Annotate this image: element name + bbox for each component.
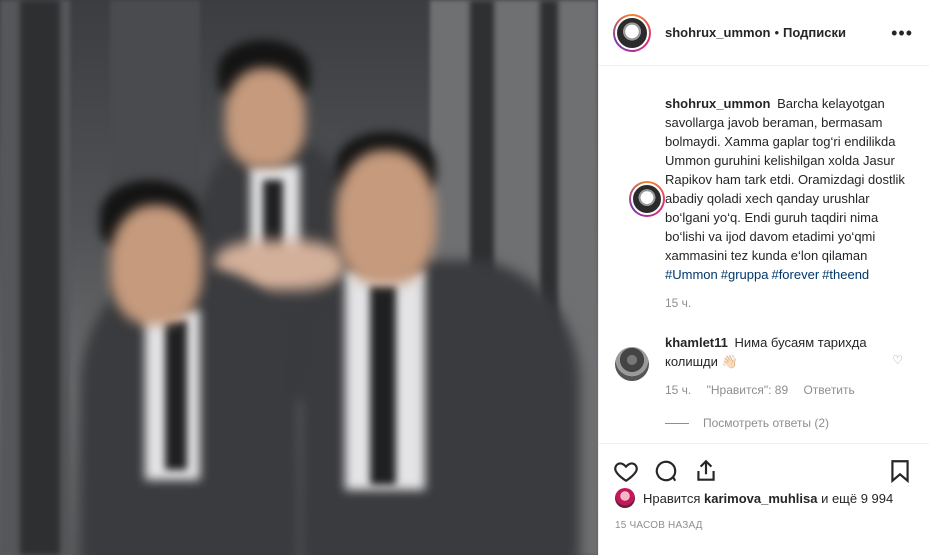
action-bar — [599, 443, 929, 487]
post-sidebar: shohrux_ummon • Подписки ••• shohrux_umm… — [598, 0, 929, 555]
caption-username[interactable]: shohrux_ummon — [665, 96, 770, 111]
avatar-image — [615, 15, 649, 50]
author-avatar[interactable] — [613, 13, 651, 52]
hashtag-link[interactable]: #theend — [822, 267, 869, 282]
caption-comment: shohrux_ummon Barcha kelayotgan savollar… — [615, 67, 913, 310]
commenter-username[interactable]: khamlet11 — [665, 335, 728, 350]
view-replies-label: Посмотреть ответы (2) — [703, 416, 830, 430]
post-timestamp[interactable]: 15 ЧАСОВ НАЗАД — [615, 520, 703, 531]
header-separator: • — [774, 25, 780, 40]
bookmark-icon[interactable] — [887, 458, 913, 484]
avatar-image — [631, 183, 663, 215]
hashtag-link[interactable]: #gruppa — [721, 267, 769, 282]
caption-avatar[interactable] — [629, 181, 665, 217]
post-header: shohrux_ummon • Подписки ••• — [599, 0, 929, 66]
caption-text-block: shohrux_ummon Barcha kelayotgan savollar… — [665, 94, 913, 284]
hashtag-link[interactable]: #Ummon — [665, 267, 718, 282]
following-button[interactable]: Подписки — [783, 25, 846, 40]
author-username[interactable]: shohrux_ummon — [665, 25, 770, 40]
likes-count[interactable]: и ещё 9 994 — [821, 491, 893, 506]
caption-meta: 15 ч. — [665, 296, 913, 310]
view-replies-button[interactable]: Посмотреть ответы (2) — [615, 416, 913, 430]
reply-button[interactable]: Ответить — [803, 383, 854, 397]
caption-time[interactable]: 15 ч. — [665, 296, 691, 310]
liker-avatar[interactable] — [615, 488, 635, 508]
caption-text: Barcha kelayotgan savollarga javob beram… — [665, 96, 905, 263]
comment-text-block: khamlet11 Нима бусаям тарихда колишди 👋🏻 — [665, 333, 913, 371]
comment-icon[interactable] — [653, 458, 679, 484]
likes-prefix: Нравится — [643, 490, 701, 506]
hashtag-link[interactable]: #forever — [771, 267, 819, 282]
comments-list[interactable]: shohrux_ummon Barcha kelayotgan savollar… — [599, 67, 929, 442]
heart-icon[interactable] — [613, 458, 639, 484]
liker-username[interactable]: karimova_muhlisa — [704, 491, 817, 506]
post-photo[interactable] — [0, 0, 598, 555]
share-icon[interactable] — [693, 458, 719, 484]
hashtags: #Ummon #gruppa #forever #theend — [665, 265, 913, 284]
comment-time[interactable]: 15 ч. — [665, 383, 691, 397]
more-icon[interactable]: ••• — [891, 24, 913, 42]
comment-meta: 15 ч. "Нравится": 89 Ответить — [665, 383, 913, 397]
commenter-avatar[interactable] — [615, 347, 649, 381]
replies-divider — [665, 422, 689, 424]
likes-summary[interactable]: Нравится karimova_muhlisa и ещё 9 994 — [615, 488, 893, 508]
comment-item: khamlet11 Нима бусаям тарихда колишди 👋🏻… — [615, 333, 913, 397]
comment-like-icon[interactable]: ♡ — [892, 353, 903, 367]
comment-likes[interactable]: "Нравится": 89 — [707, 383, 789, 397]
